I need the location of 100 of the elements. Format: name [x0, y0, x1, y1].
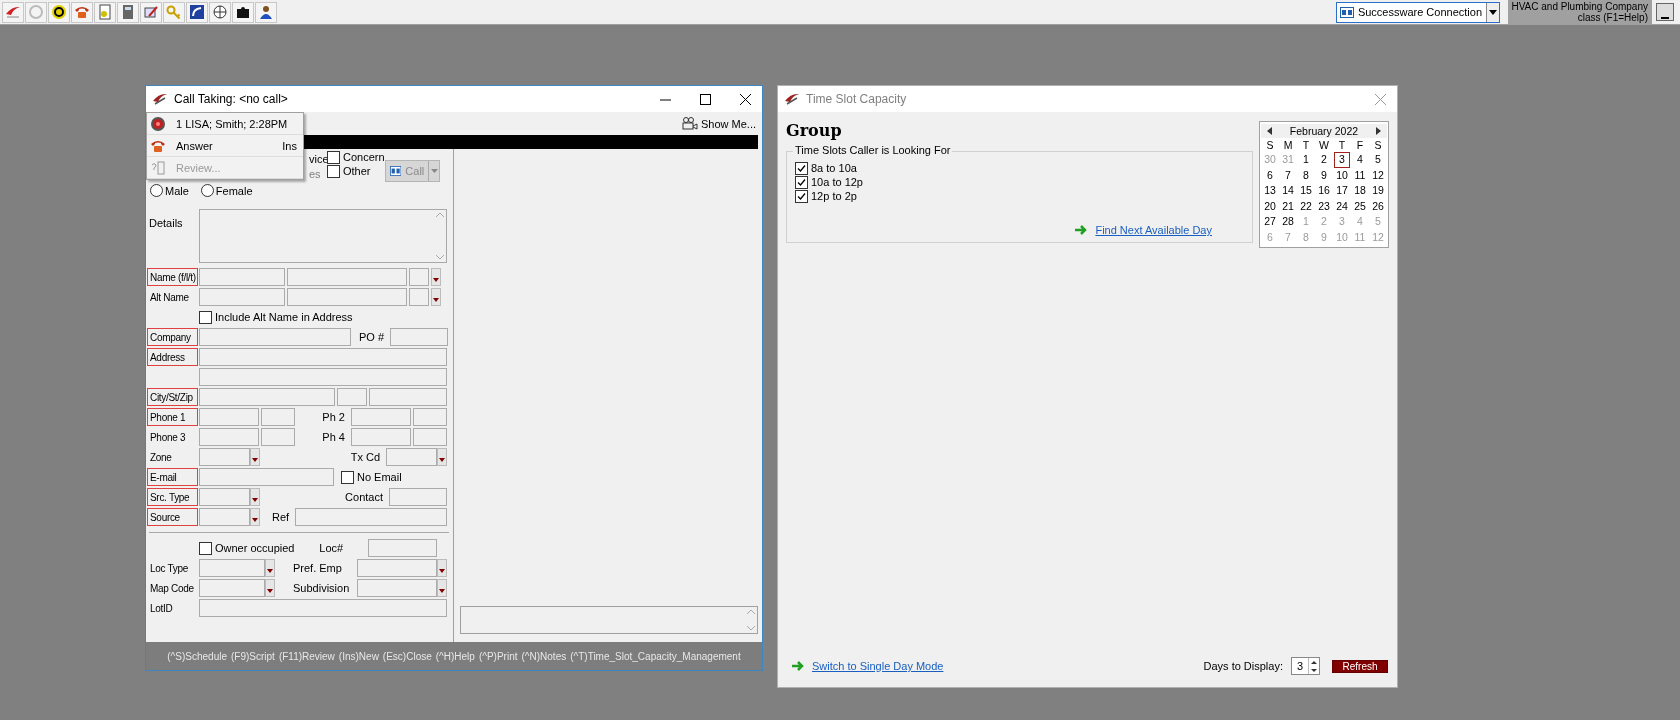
text-field[interactable] [337, 388, 367, 406]
checkbox[interactable] [795, 176, 808, 189]
show-me-button[interactable]: Show Me... [681, 117, 756, 130]
text-field[interactable] [351, 408, 411, 426]
details-field[interactable] [199, 209, 447, 263]
calendar-day[interactable]: 10 [1334, 167, 1350, 183]
calendar-day[interactable]: 9 [1316, 167, 1332, 183]
calendar-day[interactable]: 13 [1262, 183, 1278, 199]
calendar-day[interactable]: 8 [1298, 167, 1314, 183]
text-field[interactable] [199, 328, 351, 346]
dropdown-button[interactable] [437, 448, 447, 466]
dropdown-button[interactable] [250, 448, 260, 466]
calendar-day[interactable]: 15 [1298, 183, 1314, 199]
calendar-day[interactable]: 17 [1334, 183, 1350, 199]
radio-button[interactable] [200, 184, 214, 197]
text-field[interactable] [368, 539, 437, 557]
checkbox[interactable] [199, 310, 212, 324]
text-field[interactable] [199, 428, 259, 446]
checkbox[interactable] [795, 162, 808, 175]
text-field[interactable] [351, 428, 411, 446]
calendar-day[interactable]: 18 [1352, 183, 1368, 199]
text-field[interactable] [199, 508, 250, 526]
text-field[interactable] [295, 508, 447, 526]
text-field[interactable] [357, 579, 437, 597]
toolbar-button[interactable] [209, 1, 231, 23]
find-next-link[interactable]: Find Next Available Day [1095, 224, 1212, 236]
connection-select[interactable]: Successware Connection [1335, 1, 1500, 23]
text-field[interactable] [287, 268, 407, 286]
calendar-day[interactable]: 4 [1352, 152, 1368, 168]
dropdown-button[interactable] [437, 579, 447, 597]
calendar-day[interactable]: 21 [1280, 198, 1296, 214]
text-field[interactable] [199, 488, 250, 506]
text-field[interactable] [369, 388, 447, 406]
dropdown-button[interactable] [250, 508, 260, 526]
text-field[interactable] [199, 288, 285, 306]
dropdown-button[interactable] [431, 288, 441, 306]
checkbox[interactable] [327, 151, 340, 164]
switch-mode-link[interactable]: Switch to Single Day Mode [812, 660, 944, 672]
dropdown-button[interactable] [431, 268, 441, 286]
toolbar-button[interactable] [48, 1, 70, 23]
calendar-day[interactable]: 7 [1280, 167, 1296, 183]
text-field[interactable] [357, 559, 437, 577]
text-field[interactable] [199, 599, 447, 617]
calendar-day[interactable]: 3 [1334, 152, 1350, 168]
toolbar-button[interactable] [255, 1, 277, 23]
calendar-day[interactable]: 27 [1262, 214, 1278, 230]
next-month-button[interactable] [1375, 126, 1383, 136]
calendar-day[interactable]: 20 [1262, 198, 1278, 214]
text-field[interactable] [409, 268, 429, 286]
calendar-day[interactable]: 5 [1370, 152, 1386, 168]
text-field[interactable] [261, 428, 295, 446]
text-field[interactable] [199, 348, 447, 366]
calendar-day[interactable]: 11 [1352, 167, 1368, 183]
dropdown-button[interactable] [265, 559, 275, 577]
text-field[interactable] [413, 408, 447, 426]
calendar-day[interactable]: 12 [1370, 167, 1386, 183]
notes-field[interactable] [460, 606, 758, 634]
text-field[interactable] [287, 288, 407, 306]
calendar-day[interactable]: 16 [1316, 183, 1332, 199]
calendar-day[interactable]: 6 [1262, 167, 1278, 183]
calendar-day[interactable]: 19 [1370, 183, 1386, 199]
minimize-button[interactable] [1656, 3, 1674, 21]
text-field[interactable] [390, 328, 449, 346]
text-field[interactable] [199, 268, 285, 286]
dropdown-button[interactable] [250, 488, 260, 506]
text-field[interactable] [413, 428, 447, 446]
checkbox[interactable] [341, 470, 354, 484]
previous-month-button[interactable] [1265, 126, 1273, 136]
calendar-day[interactable]: 26 [1370, 198, 1386, 214]
text-field[interactable] [386, 448, 437, 466]
refresh-button[interactable]: Refresh [1332, 659, 1388, 673]
calendar-day[interactable]: 28 [1280, 214, 1296, 230]
dropdown-button[interactable] [265, 579, 275, 597]
text-field[interactable] [199, 579, 265, 597]
text-field[interactable] [199, 368, 447, 386]
checkbox[interactable] [795, 190, 808, 203]
days-spinner[interactable]: 3 [1291, 657, 1320, 675]
text-field[interactable] [199, 388, 335, 406]
text-field[interactable] [261, 408, 295, 426]
calendar-day[interactable]: 24 [1334, 198, 1350, 214]
toolbar-button[interactable] [232, 1, 254, 23]
calendar-day[interactable]: 23 [1316, 198, 1332, 214]
calendar-day[interactable]: 1 [1298, 152, 1314, 168]
calendar-day[interactable]: 22 [1298, 198, 1314, 214]
text-field[interactable] [199, 408, 259, 426]
calendar-day[interactable]: 14 [1280, 183, 1296, 199]
text-field[interactable] [199, 448, 250, 466]
calendar-day[interactable]: 25 [1352, 198, 1368, 214]
toolbar-button[interactable] [186, 1, 208, 23]
text-field[interactable] [199, 559, 265, 577]
menu-item[interactable]: 1 LISA; Smith; 2:28PM [147, 113, 303, 135]
menu-item[interactable]: Answer Ins [147, 135, 303, 157]
calendar-day[interactable]: 2 [1316, 152, 1332, 168]
dropdown-button[interactable] [437, 559, 447, 577]
checkbox[interactable] [327, 165, 340, 178]
radio-button[interactable] [150, 184, 163, 197]
text-field[interactable] [199, 468, 334, 486]
text-field[interactable] [389, 488, 447, 506]
text-field[interactable] [409, 288, 429, 306]
checkbox[interactable] [199, 541, 212, 555]
